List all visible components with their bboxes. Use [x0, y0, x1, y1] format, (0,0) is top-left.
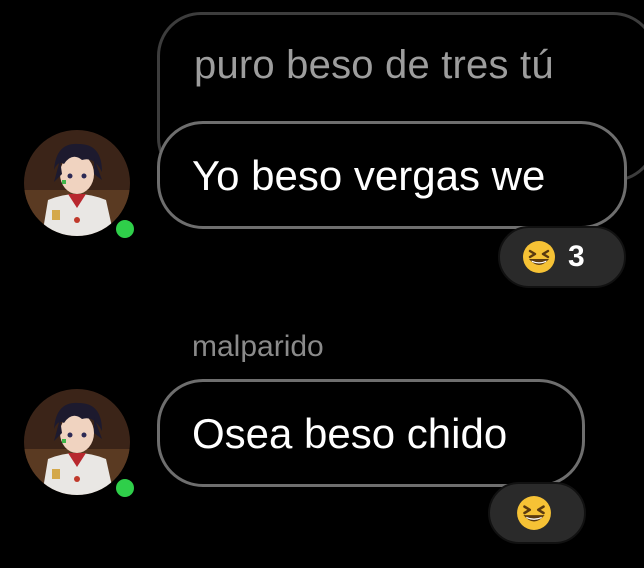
avatar[interactable]: [24, 389, 138, 501]
sender-name[interactable]: malparido: [192, 330, 324, 364]
avatar[interactable]: [24, 130, 138, 242]
grinning-squinting-face-icon: [516, 495, 552, 531]
reaction-count: 3: [568, 240, 585, 273]
grinning-squinting-face-icon: [522, 240, 556, 274]
online-status-dot: [112, 216, 138, 242]
message-text: Osea beso chido: [192, 410, 508, 457]
online-status-dot: [112, 475, 138, 501]
reaction-pill[interactable]: 3: [498, 226, 626, 288]
reaction-pill[interactable]: [488, 482, 586, 544]
message-text: Yo beso vergas we: [192, 152, 546, 199]
quoted-reply-text: puro beso de tres tú: [194, 43, 554, 87]
